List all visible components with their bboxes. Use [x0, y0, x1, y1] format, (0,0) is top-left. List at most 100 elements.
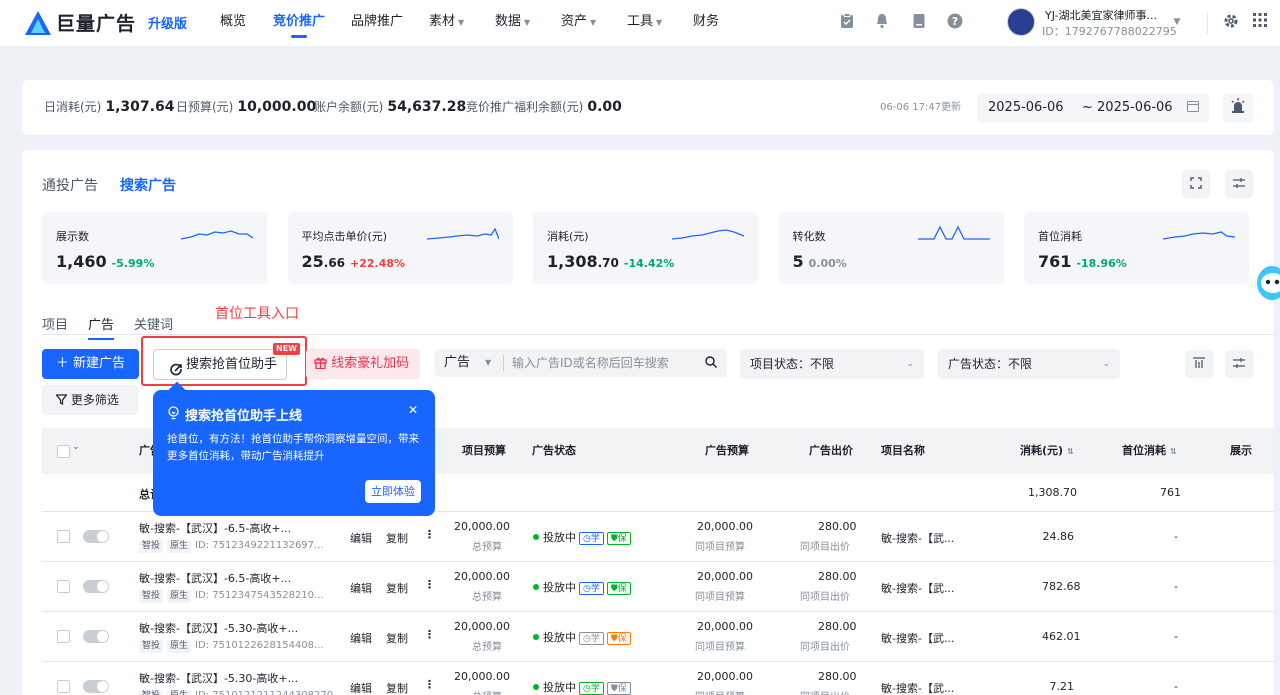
column-chart-icon[interactable] — [1185, 350, 1213, 378]
row-toggle[interactable] — [83, 680, 109, 693]
metric-value: 1,308.70 -14.42% — [547, 252, 675, 271]
settings-gear-icon[interactable] — [1222, 13, 1240, 31]
table-row[interactable]: 敏-搜索-【武汉】-5.30-高收+... 智投 原生 ID: 75101226281… — [42, 612, 1274, 662]
lead-gift-button[interactable]: 线索豪礼加码 — [306, 349, 420, 379]
more-actions-icon[interactable]: ⋮ — [424, 628, 435, 641]
row-checkbox[interactable] — [57, 530, 70, 543]
search-assistant-button[interactable]: 搜索抢首位助手 — [153, 349, 287, 380]
document-icon[interactable] — [910, 13, 928, 31]
more-actions-icon[interactable]: ⋮ — [424, 678, 435, 691]
copy-link[interactable]: 复制 — [386, 680, 408, 695]
table-row[interactable]: 敏-搜索-【武汉】-6.5-高收+... 智投 原生 ID: 751234754352… — [42, 562, 1274, 612]
project-name[interactable]: 敏-搜索-【武... — [881, 630, 954, 646]
ad-status-filter[interactable]: 广告状态：不限 ⌄ — [938, 349, 1120, 379]
nav-item[interactable]: 素材 ▼ — [429, 0, 464, 46]
search-icon[interactable] — [705, 350, 717, 378]
col-ad-budget[interactable]: 广告预算 — [705, 428, 749, 474]
metric-card[interactable]: 展示数 1,460 -5.99% — [42, 212, 267, 284]
close-icon[interactable]: ✕ — [408, 403, 418, 417]
edit-link[interactable]: 编辑 — [350, 580, 372, 596]
table-row[interactable]: 敏-搜索-【武汉】-6.5-高收+... 智投 原生 ID: 751234922113… — [42, 512, 1274, 562]
account-name[interactable]: YJ-湖北美宜家律师事... — [1045, 7, 1157, 23]
edit-link[interactable]: 编辑 — [350, 630, 372, 646]
bell-icon[interactable] — [873, 13, 891, 31]
sort-icon[interactable]: ⇅ — [1067, 447, 1074, 456]
subtab-ad[interactable]: 广告 — [88, 314, 115, 340]
row-checkbox[interactable] — [57, 680, 70, 693]
try-now-button[interactable]: 立即体验 — [365, 480, 421, 503]
project-name[interactable]: 敏-搜索-【武... — [881, 530, 954, 546]
copy-link[interactable]: 复制 — [386, 580, 408, 596]
nav-item[interactable]: 竞价推广 — [273, 0, 325, 46]
account-avatar[interactable] — [1007, 8, 1035, 36]
annotation-label: 首位工具入口 — [215, 306, 299, 322]
ad-search-box[interactable]: 广告 ▼ 输入广告ID或名称后回车搜索 — [435, 349, 727, 377]
col-project-budget[interactable]: 项目预算 — [462, 428, 506, 474]
nav-item[interactable]: 资产 ▼ — [561, 0, 596, 46]
spend: 7.21 — [1049, 680, 1075, 693]
col-ad-status[interactable]: 广告状态 — [532, 428, 576, 474]
metric-label: 消耗(元) — [547, 230, 589, 243]
metric-card[interactable]: 消耗(元) 1,308.70 -14.42% — [533, 212, 758, 284]
more-filters-button[interactable]: 更多筛选 — [42, 385, 138, 415]
edit-link[interactable]: 编辑 — [350, 680, 372, 695]
account-chevron-down-icon[interactable]: ▼ — [1168, 13, 1186, 31]
ad-name[interactable]: 敏-搜索-【武汉】-5.30-高收+... — [139, 670, 298, 686]
nav-item[interactable]: 财务 — [693, 0, 719, 46]
metric-card[interactable]: 转化数 5 0.00% — [778, 212, 1004, 284]
assistant-mascot-icon[interactable] — [1257, 266, 1280, 300]
edit-link[interactable]: 编辑 — [350, 530, 372, 546]
ad-bid: 280.00 — [818, 620, 857, 633]
apps-grid-icon[interactable] — [1251, 13, 1269, 31]
sort-icon[interactable]: ⇅ — [1170, 447, 1177, 456]
ad-name[interactable]: 敏-搜索-【武汉】-6.5-高收+... — [139, 520, 291, 536]
project-name[interactable]: 敏-搜索-【武... — [881, 580, 954, 596]
tab-general-ads[interactable]: 通投广告 — [42, 175, 98, 195]
search-divider — [503, 355, 504, 371]
table-row[interactable]: 敏-搜索-【武汉】-5.30-高收+... 智投原生ID: 75101212112… — [42, 662, 1274, 695]
ad-name[interactable]: 敏-搜索-【武汉】-5.30-高收+... — [139, 620, 298, 636]
col-first-spend[interactable]: 首位消耗 ⇅ — [1122, 428, 1177, 474]
search-input[interactable]: 输入广告ID或名称后回车搜索 — [512, 349, 669, 377]
metrics-settings-icon[interactable] — [1225, 170, 1253, 198]
col-ad-bid[interactable]: 广告出价 — [809, 428, 853, 474]
new-ad-button[interactable]: ＋ 新建广告 — [42, 349, 139, 379]
row-toggle[interactable] — [83, 580, 109, 593]
nav-item[interactable]: 数据 ▼ — [495, 0, 530, 46]
select-all-checkbox[interactable] — [57, 445, 70, 458]
nav-item[interactable]: 品牌推广 — [351, 0, 403, 46]
row-toggle[interactable] — [83, 530, 109, 543]
copy-link[interactable]: 复制 — [386, 530, 408, 546]
more-actions-icon[interactable]: ⋮ — [424, 578, 435, 591]
brand-logo[interactable]: 巨量广告 升级版 — [24, 9, 187, 36]
project-status-filter[interactable]: 项目状态：不限 ⌄ — [740, 349, 924, 379]
clipboard-icon[interactable] — [838, 13, 856, 31]
row-checkbox[interactable] — [57, 630, 70, 643]
nav-item-label: 数据 — [495, 14, 522, 29]
fullscreen-icon[interactable] — [1182, 170, 1210, 198]
select-chevron-down-icon[interactable]: ⌄ — [72, 442, 80, 452]
col-spend[interactable]: 消耗(元) ⇅ — [1020, 428, 1074, 474]
table-settings-icon[interactable] — [1225, 350, 1253, 378]
more-actions-icon[interactable]: ⋮ — [424, 528, 435, 541]
search-scope-select[interactable]: 广告 — [444, 349, 470, 377]
help-icon[interactable]: ? — [946, 13, 964, 31]
subtab-keyword[interactable]: 关键词 — [134, 314, 173, 333]
tag-native: 原生 — [167, 690, 192, 695]
row-toggle[interactable] — [83, 630, 109, 643]
tab-search-ads[interactable]: 搜索广告 — [120, 175, 176, 195]
brand-logo-icon — [25, 10, 51, 35]
first-spend: - — [1174, 530, 1178, 543]
project-name[interactable]: 敏-搜索-【武... — [881, 680, 954, 695]
subtab-project[interactable]: 项目 — [42, 314, 68, 333]
metric-card[interactable]: 平均点击单价(元) 25.66 +22.48% — [287, 212, 513, 284]
nav-item[interactable]: 概览 — [220, 0, 246, 46]
metric-card[interactable]: 首位消耗 761 -18.96% — [1024, 212, 1249, 284]
nav-item[interactable]: 工具 ▼ — [627, 0, 662, 46]
copy-link[interactable]: 复制 — [386, 630, 408, 646]
ad-name[interactable]: 敏-搜索-【武汉】-6.5-高收+... — [139, 570, 291, 586]
row-checkbox[interactable] — [57, 580, 70, 593]
date-range-picker[interactable]: 2025-06-06 ~ 2025-06-06 — [977, 93, 1209, 123]
alarm-light-icon[interactable] — [1223, 93, 1253, 123]
chevron-down-icon: ⌄ — [906, 359, 914, 369]
